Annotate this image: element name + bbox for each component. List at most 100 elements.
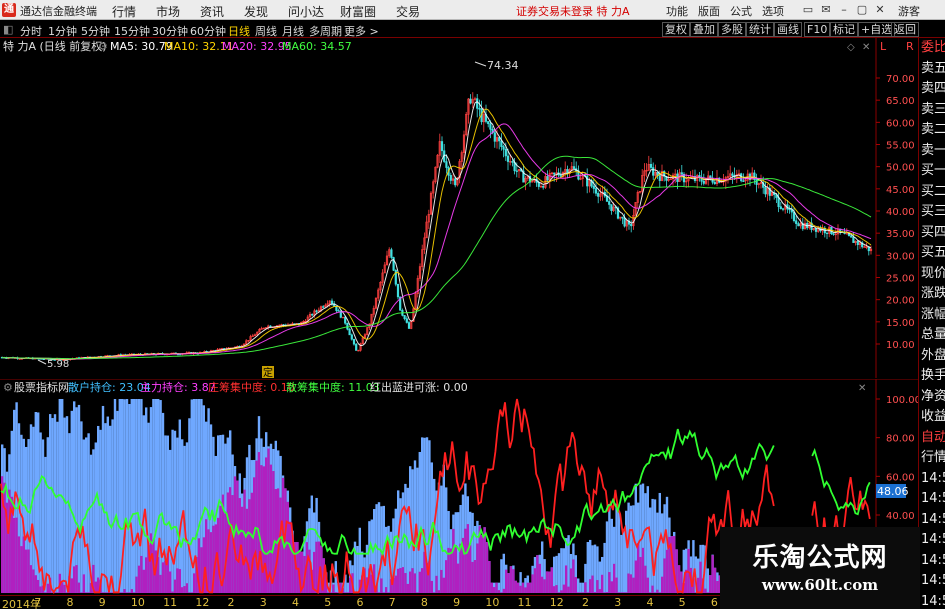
mail-icon[interactable]: ✉ [818,2,834,17]
book-earnings: 收益 [921,409,945,424]
window-mode-icon[interactable]: ▭ [800,2,816,17]
minimize-icon[interactable]: – [836,2,852,17]
tab-30min[interactable]: 30分钟 [152,23,188,39]
price-tick-label: 15.00 [886,318,915,329]
menu-discover[interactable]: 发现 [244,3,268,20]
date-label: 7 [34,596,42,609]
menu-news[interactable]: 资讯 [200,3,224,20]
menu-wealth[interactable]: 财富圈 [340,3,376,20]
date-label: 3 [614,596,622,609]
ma-settings-icon[interactable]: ⚙ [98,40,108,53]
dealer-concentration-label: 庄筹集中度: 0.10 [208,380,295,394]
maximize-icon[interactable]: ▢ [854,2,870,17]
book-volume: 总量 [921,327,945,342]
retail-concentration-label: 散筹集中度: 11.03 [286,380,380,394]
retail-position-label: 散户持仓: 23.04 [68,380,151,394]
book-buy-1: 买一 [921,163,945,178]
chart-diamond-icon[interactable]: ◇ [847,42,855,53]
menu-quotes[interactable]: 行情 [112,3,136,20]
login-notice: 证券交易未登录 特 力A [516,5,630,18]
price-tick-label: 50.00 [886,163,915,174]
app-title: 通达信金融终端 [20,5,97,18]
mark-button[interactable]: 标记 [830,22,858,37]
menu-function[interactable]: 功能 [666,3,688,19]
date-label: 12 [195,596,210,609]
menu-assistant[interactable]: 问小达 [288,3,324,20]
price-chart-panel[interactable]: 70.00 65.00 60.00 55.00 50.00 45.00 40.00 35.00… [0,38,918,379]
add-watchlist-button[interactable]: +自选 [858,22,896,37]
toolbar-left-arrow-icon[interactable]: ◧ [3,23,13,36]
tab-weekly[interactable]: 周线 [255,23,277,39]
menu-bar: 通 通达信金融终端 行情 市场 资讯 发现 问小达 财富圈 交易 证券交易未登录… [0,0,945,20]
indicator-tick-label: 60.00 [886,472,915,483]
date-label: 9 [98,596,106,609]
f10-button[interactable]: F10 [804,22,831,37]
date-label: 8 [420,596,428,609]
book-price: 现价 [921,265,945,281]
menu-options[interactable]: 选项 [762,3,784,19]
tick-time: 14:5 [921,573,945,588]
watermark: 乐淘公式网 www.60lt.com [720,527,920,609]
book-sell-4: 卖四 [921,81,945,96]
watermark-title: 乐淘公式网 [752,543,888,573]
menu-formula[interactable]: 公式 [730,3,752,19]
tab-5min[interactable]: 5分钟 [81,23,110,39]
price-tick-label: 60.00 [886,118,915,129]
price-tick-label: 10.00 [886,340,915,351]
indicator-settings-icon[interactable]: ⚙ [3,381,13,394]
date-label: 5 [678,596,686,609]
tab-15min[interactable]: 15分钟 [114,23,150,39]
indicator-close-icon[interactable]: ✕ [858,383,866,394]
menu-trade[interactable]: 交易 [396,3,420,20]
price-tick-label: 40.00 [886,207,915,218]
date-label: 8 [66,596,74,609]
date-label: 10 [130,596,145,609]
tab-60min[interactable]: 60分钟 [190,23,226,39]
stats-button[interactable]: 统计 [746,22,774,37]
indicator-name: 股票指标网 [14,380,69,394]
date-label: 12 [549,596,564,609]
book-sell-3: 卖三 [921,101,945,117]
price-tick-label: 70.00 [886,74,915,85]
date-label: 10 [485,596,500,609]
price-tick-label: 30.00 [886,251,915,262]
date-label: 4 [292,596,299,609]
order-book-column: 委比 卖五 卖四 卖三 卖二 卖一 买一 买二 买三 买四 买五 现价 涨跌 涨… [918,38,945,609]
book-auto[interactable]: 自动 [919,428,945,449]
book-net-assets: 净资 [921,388,945,404]
adjust-button[interactable]: 复权 [662,22,690,37]
book-buy-3: 买三 [921,204,945,219]
book-sell-5: 卖五 [921,60,945,76]
book-sell-1: 卖一 [921,142,945,158]
tab-more[interactable]: 更多 > [344,23,379,39]
draw-button[interactable]: 画线 [774,22,802,37]
price-header: 特 力A (日线 前复权) [3,39,107,53]
guest-label[interactable]: 游客 [898,3,920,19]
date-label: 9 [453,596,461,609]
close-icon[interactable]: ✕ [872,2,888,17]
date-label: 2 [582,596,589,609]
tab-intraday[interactable]: 分时 [20,23,42,39]
book-buy-4: 买四 [921,224,945,240]
tab-1min[interactable]: 1分钟 [48,23,77,39]
date-label: 4 [646,596,654,609]
tab-monthly[interactable]: 月线 [282,23,304,39]
book-quotes[interactable]: 行情 [919,448,945,469]
back-button[interactable]: 返回 [891,22,919,37]
tab-daily[interactable]: 日线 [228,23,250,39]
price-tick-label: 45.00 [886,185,915,196]
multi-stock-button[interactable]: 多股 [718,22,746,37]
tab-multi-period[interactable]: 多周期 [309,23,342,39]
ma60-label: MA60: 34.57 [282,40,352,53]
tick-time: 14:5 [921,532,945,547]
menu-layout[interactable]: 版面 [698,3,720,19]
overlay-button[interactable]: 叠加 [690,22,718,37]
menu-market[interactable]: 市场 [156,3,180,20]
price-tick-label: 55.00 [886,141,915,152]
tick-time: 14:5 [921,511,945,527]
price-chart[interactable]: 70.00 65.00 60.00 55.00 50.00 45.00 40.00 35.00… [0,38,918,379]
tick-time: 14:5 [921,593,945,609]
main-position-label: 主力持仓: 3.87 [140,380,216,394]
price-tick-label: 20.00 [886,296,915,307]
chart-close-icon[interactable]: ✕ [862,42,870,53]
